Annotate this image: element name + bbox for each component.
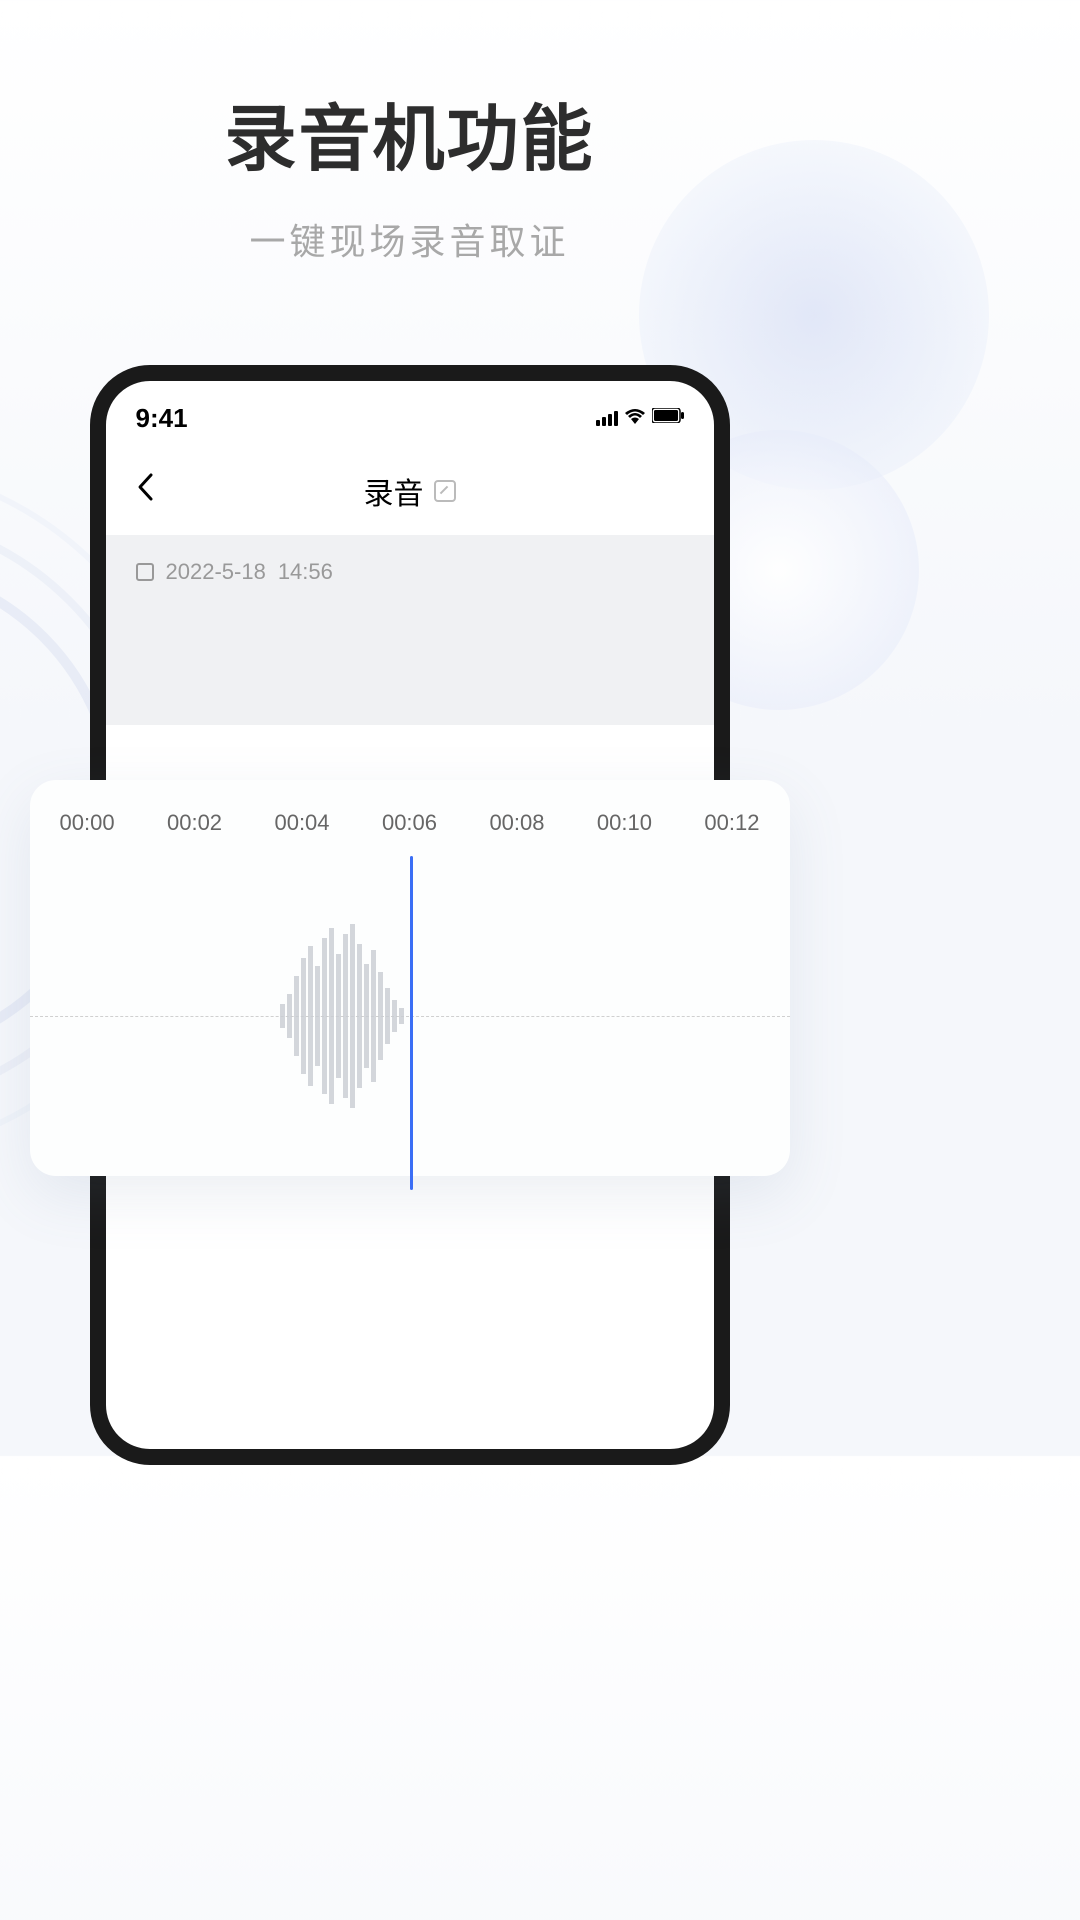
- wifi-icon: [624, 408, 646, 429]
- battery-icon: [652, 408, 684, 428]
- chevron-left-icon: [136, 472, 154, 502]
- marketing-header: 录音机功能 一键现场录音取证: [0, 0, 819, 265]
- marketing-title: 录音机功能: [0, 80, 819, 185]
- waveform-graphic: [280, 916, 410, 1116]
- signal-icon: [596, 411, 618, 426]
- back-button[interactable]: [136, 472, 154, 510]
- recording-time: 14:56: [278, 559, 333, 585]
- time-label: 00:12: [704, 810, 759, 836]
- time-label: 00:08: [489, 810, 544, 836]
- time-label: 00:06: [382, 810, 437, 836]
- nav-bar: 录音: [106, 463, 714, 519]
- nav-title: 录音: [364, 469, 424, 513]
- status-time: 9:41: [136, 403, 188, 434]
- recording-date: 2022-5-18: [166, 559, 266, 585]
- edit-icon[interactable]: [434, 480, 456, 502]
- time-label: 00:00: [60, 810, 115, 836]
- recording-date-row: 2022-5-18 14:56: [136, 559, 684, 585]
- recording-info-section: 2022-5-18 14:56: [106, 535, 714, 725]
- status-bar: 9:41: [106, 393, 714, 443]
- calendar-icon: [136, 563, 154, 581]
- time-label: 00:10: [597, 810, 652, 836]
- waveform-area[interactable]: [30, 856, 790, 1176]
- time-label: 00:04: [274, 810, 329, 836]
- playhead[interactable]: [410, 856, 413, 1190]
- waveform-panel[interactable]: 00:00 00:02 00:04 00:06 00:08 00:10 00:1…: [30, 780, 790, 1176]
- time-label: 00:02: [167, 810, 222, 836]
- time-labels-row: 00:00 00:02 00:04 00:06 00:08 00:10 00:1…: [30, 810, 790, 836]
- status-icons: [596, 408, 684, 429]
- nav-title-group: 录音: [364, 469, 456, 513]
- marketing-subtitle: 一键现场录音取证: [0, 213, 819, 265]
